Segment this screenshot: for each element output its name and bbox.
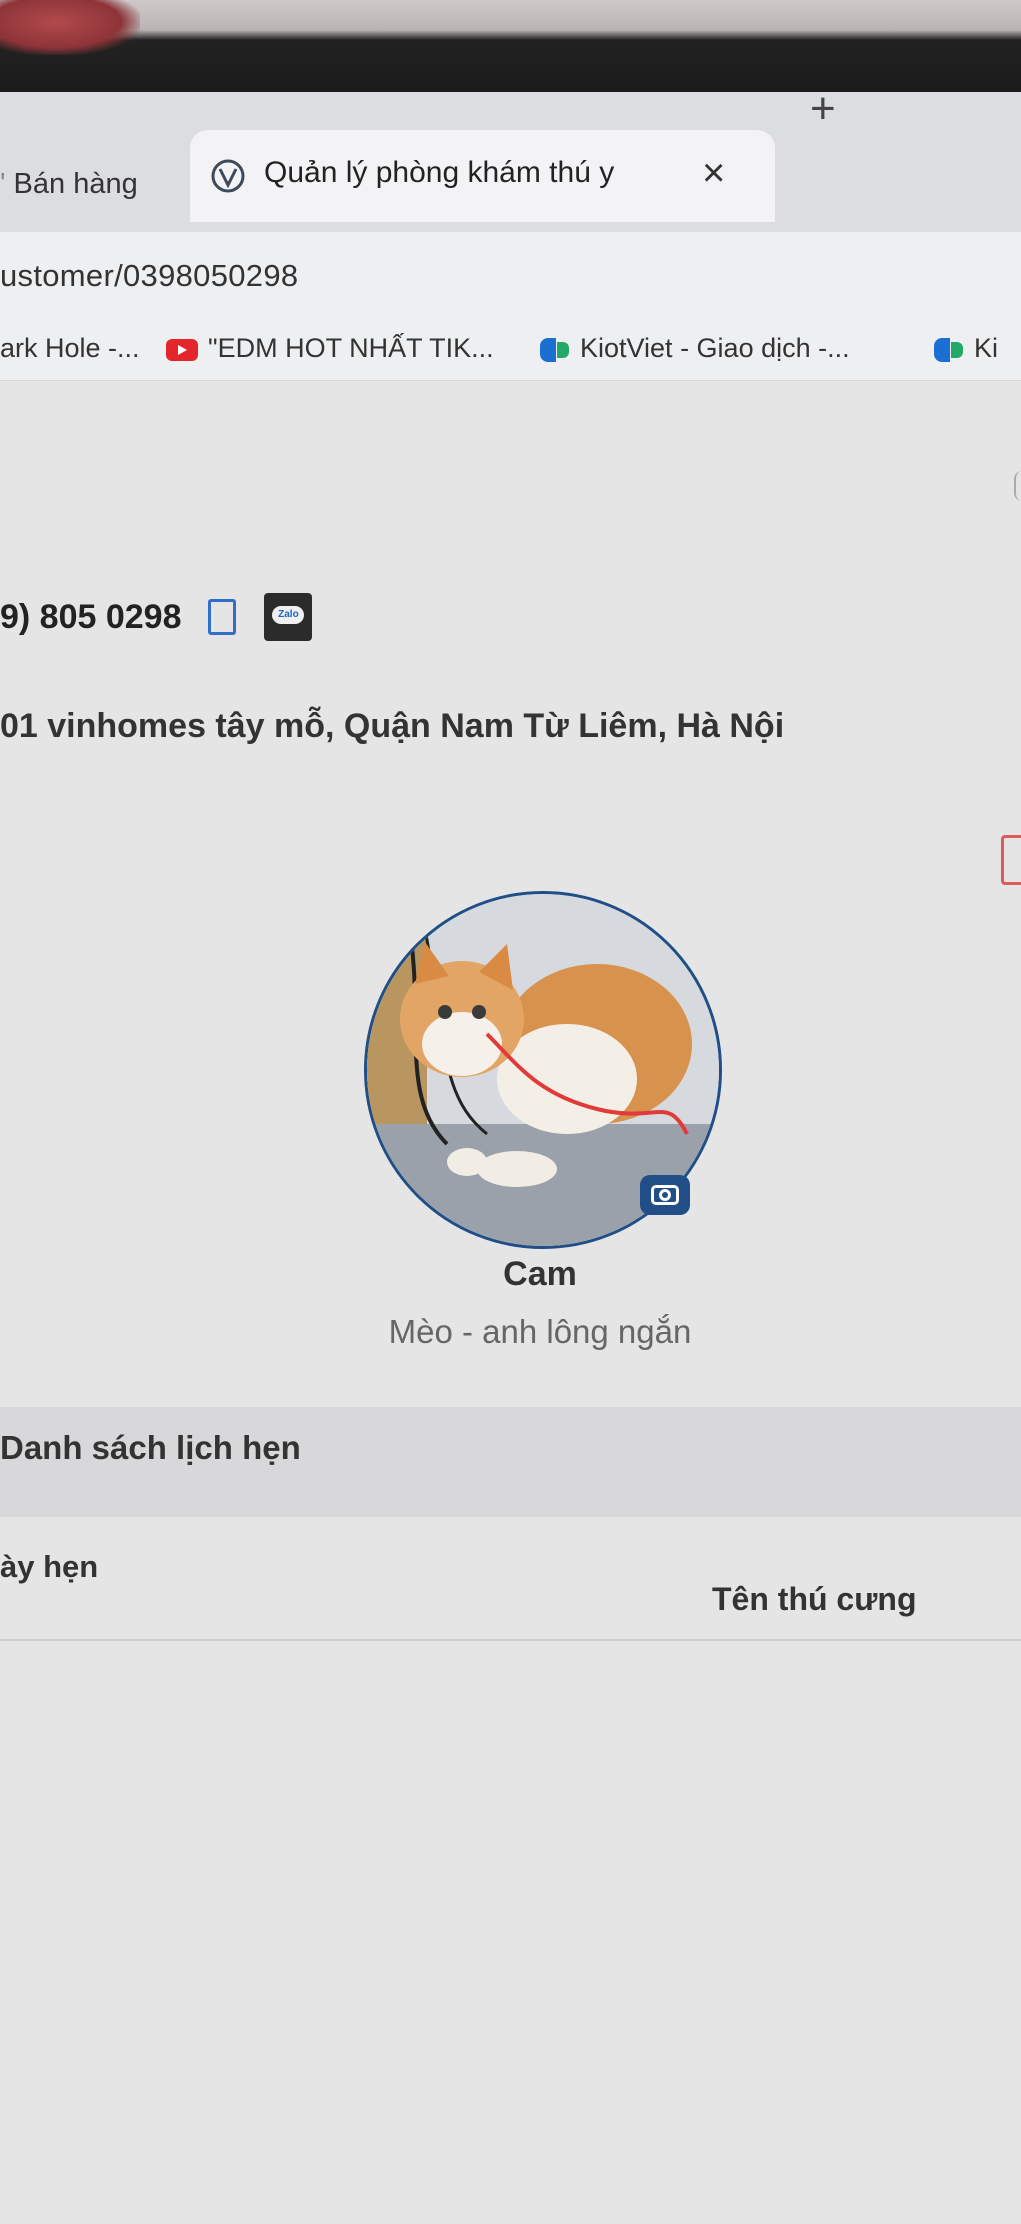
zalo-icon[interactable]: Zalo xyxy=(264,593,313,641)
vet-clinic-favicon-icon xyxy=(211,159,245,193)
bookmark-item[interactable]: ark Hole -... xyxy=(0,322,140,380)
youtube-icon xyxy=(166,338,198,361)
delete-icon[interactable] xyxy=(1001,835,1021,885)
tab-ban-hang[interactable]: ' Bán hàng xyxy=(0,164,138,204)
bookmark-label: ark Hole -... xyxy=(0,333,140,363)
tab-separator: ' xyxy=(0,168,6,200)
new-tab-button[interactable]: + xyxy=(810,84,836,134)
kiotviet-icon xyxy=(540,337,572,362)
pet-name: Cam xyxy=(503,1255,577,1293)
tab-quan-ly-phong-kham[interactable]: Quản lý phòng khám thú y × xyxy=(190,130,775,222)
background-object xyxy=(0,0,140,55)
copy-icon[interactable] xyxy=(207,599,236,635)
bookmark-label: "EDM HOT NHẤT TIK... xyxy=(208,333,494,363)
customer-phone: 9) 805 0298 xyxy=(0,597,182,636)
camera-icon[interactable] xyxy=(640,1175,690,1215)
bookmark-item[interactable]: KiotViet - Giao dịch -... xyxy=(540,322,850,380)
scroll-edge-mark xyxy=(1014,471,1021,501)
table-divider xyxy=(0,1639,1021,1641)
bookmark-label: Ki xyxy=(974,333,999,363)
bookmark-item[interactable]: "EDM HOT NHẤT TIK... xyxy=(166,322,494,380)
kiotviet-icon xyxy=(934,337,966,362)
browser-tab-strip: ' Bán hàng Quản lý phòng khám thú y × + xyxy=(0,84,1021,232)
device-bezel xyxy=(0,0,1021,92)
bookmarks-bar: ark Hole -... "EDM HOT NHẤT TIK... KiotV… xyxy=(0,322,1021,381)
tab-label: Quản lý phòng khám thú y xyxy=(264,156,615,189)
bookmark-label: KiotViet - Giao dịch -... xyxy=(580,333,850,363)
tab-label: Bán hàng xyxy=(13,168,138,200)
bookmark-item[interactable]: Ki xyxy=(934,322,998,380)
customer-detail-page: 9) 805 0298 Zalo 01 vinhomes tây mỗ, Quậ… xyxy=(0,381,1021,2224)
zalo-label: Zalo xyxy=(272,606,305,624)
address-bar[interactable]: ustomer/0398050298 xyxy=(0,232,1021,322)
column-header-pet-name[interactable]: Tên thú cưng xyxy=(712,1581,916,1618)
close-tab-icon[interactable]: × xyxy=(702,148,725,198)
column-header-date[interactable]: ày hẹn xyxy=(0,1549,98,1585)
pet-breed: Mèo - anh lông ngắn xyxy=(388,1313,692,1350)
appointments-title: Danh sách lịch hẹn xyxy=(0,1429,301,1466)
customer-address: 01 vinhomes tây mỗ, Quận Nam Từ Liêm, Hà… xyxy=(0,707,785,745)
phone-row: 9) 805 0298 Zalo xyxy=(0,593,313,643)
url-text[interactable]: ustomer/0398050298 xyxy=(0,258,298,294)
